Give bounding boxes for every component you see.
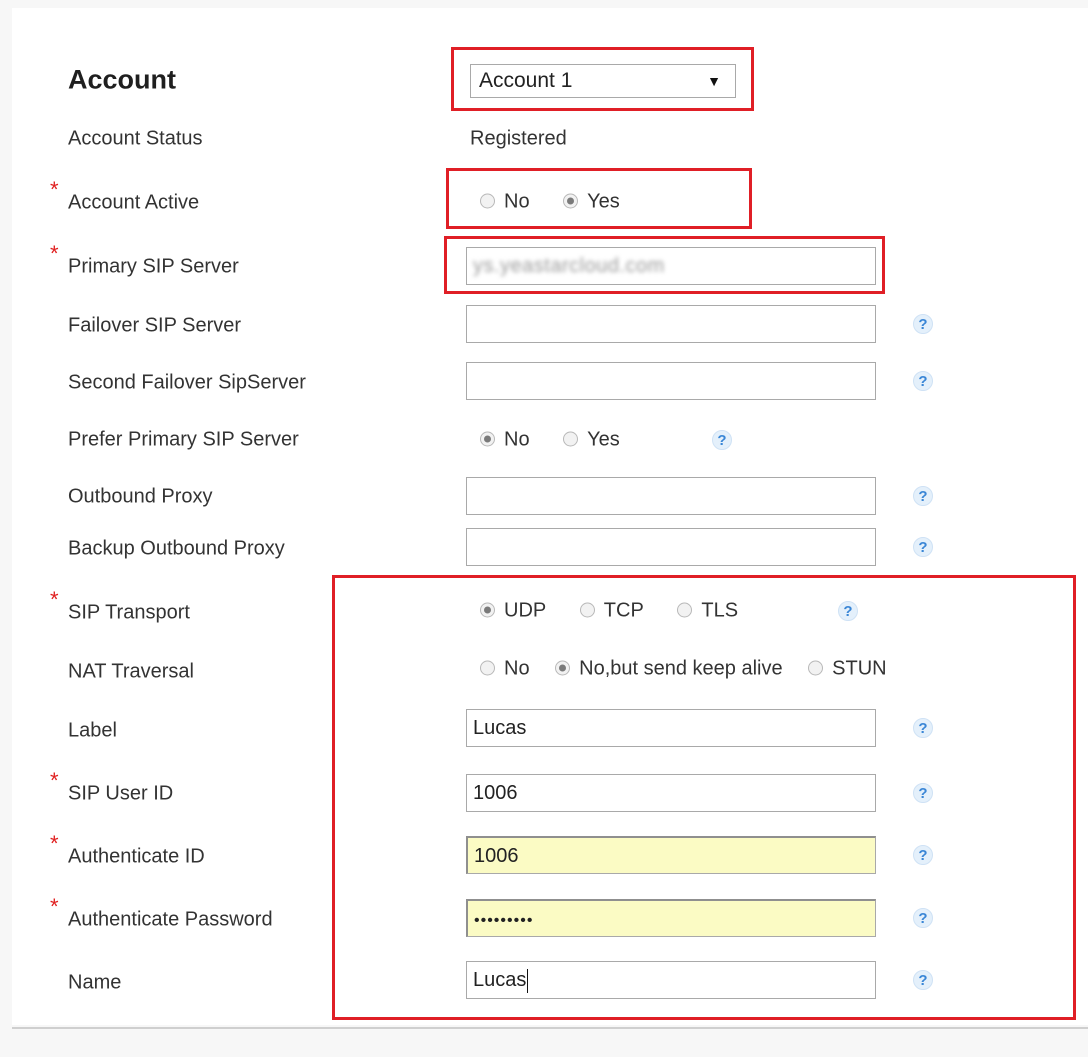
label-label: Label bbox=[68, 719, 117, 742]
highlight-account-fields bbox=[332, 575, 1076, 1020]
help-icon[interactable]: ? bbox=[913, 314, 933, 334]
outbound-proxy-label: Outbound Proxy bbox=[68, 485, 213, 508]
backup-outbound-proxy-label: Backup Outbound Proxy bbox=[68, 537, 285, 560]
help-icon[interactable]: ? bbox=[913, 371, 933, 391]
outbound-proxy-input[interactable] bbox=[466, 477, 876, 515]
prefer-primary-option-yes[interactable]: Yes bbox=[563, 429, 620, 452]
sip-user-id-label: SIP User ID bbox=[68, 782, 174, 805]
account-title: Account bbox=[68, 64, 176, 95]
highlight-account-select bbox=[451, 47, 754, 111]
highlight-primary-sip-server bbox=[444, 236, 885, 294]
second-failover-sip-server-label: Second Failover SipServer bbox=[68, 371, 306, 394]
authenticate-password-label: Authenticate Password bbox=[68, 908, 273, 931]
account-status-value: Registered bbox=[470, 127, 567, 150]
required-marker: * bbox=[50, 177, 59, 202]
help-icon[interactable]: ? bbox=[913, 537, 933, 557]
highlight-account-active bbox=[446, 168, 752, 229]
primary-sip-server-label: Primary SIP Server bbox=[68, 255, 239, 278]
radio-checked-icon[interactable] bbox=[480, 431, 495, 447]
name-label: Name bbox=[68, 971, 122, 994]
required-marker: * bbox=[50, 831, 59, 856]
sip-transport-label: SIP Transport bbox=[68, 601, 190, 624]
failover-sip-server-label: Failover SIP Server bbox=[68, 314, 242, 337]
prefer-primary-option-no[interactable]: No bbox=[480, 429, 530, 452]
backup-outbound-proxy-input[interactable] bbox=[466, 528, 876, 566]
required-marker: * bbox=[50, 587, 59, 612]
prefer-primary-radio-group: No Yes bbox=[480, 429, 648, 452]
help-icon[interactable]: ? bbox=[712, 430, 732, 450]
required-marker: * bbox=[50, 894, 59, 919]
authenticate-id-label: Authenticate ID bbox=[68, 845, 205, 868]
account-active-label: Account Active bbox=[68, 191, 200, 214]
required-marker: * bbox=[50, 241, 59, 266]
second-failover-sip-server-input[interactable] bbox=[466, 362, 876, 400]
account-status-label: Account Status bbox=[68, 127, 203, 150]
divider bbox=[12, 1027, 1088, 1029]
nat-traversal-label: NAT Traversal bbox=[68, 660, 194, 683]
required-marker: * bbox=[50, 768, 59, 793]
radio-unchecked-icon[interactable] bbox=[563, 431, 579, 447]
help-icon[interactable]: ? bbox=[913, 486, 933, 506]
failover-sip-server-input[interactable] bbox=[466, 305, 876, 343]
prefer-primary-sip-server-label: Prefer Primary SIP Server bbox=[68, 428, 299, 451]
